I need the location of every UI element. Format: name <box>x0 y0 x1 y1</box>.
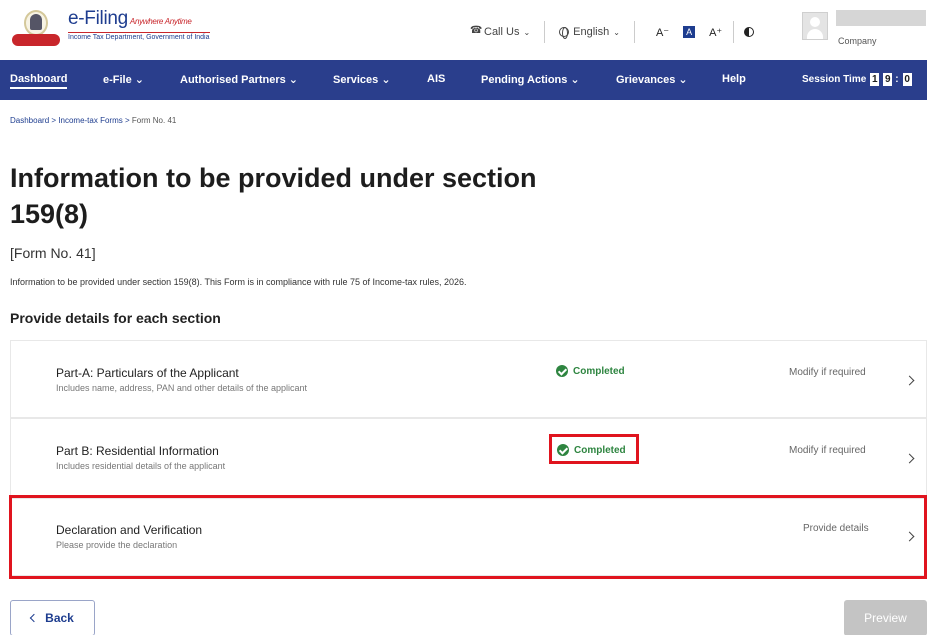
status-label: Completed <box>573 365 625 377</box>
logo-subtitle: Income Tax Department, Government of Ind… <box>68 32 210 41</box>
nav-pending-actions[interactable]: Pending Actions ⌄ <box>481 73 580 86</box>
highlight-box <box>9 495 927 579</box>
font-normal-button[interactable]: A <box>683 26 696 38</box>
nav-authorised-partners[interactable]: Authorised Partners ⌄ <box>180 73 298 86</box>
nav-dashboard[interactable]: Dashboard <box>10 73 68 89</box>
chevron-left-icon <box>29 613 39 623</box>
breadcrumb: Dashboard > Income-tax Forms > Form No. … <box>10 116 176 125</box>
modify-link[interactable]: Modify if required <box>789 445 866 456</box>
session-timer: Session Time 1 9 : 0 <box>802 73 912 86</box>
nav-efile[interactable]: e-File ⌄ <box>103 73 144 86</box>
site-header: e-Filing Anywhere Anytime Income Tax Depa… <box>0 0 927 60</box>
font-increase-button[interactable]: A⁺ <box>709 26 722 39</box>
form-description: Information to be provided under section… <box>10 277 467 287</box>
breadcrumb-income-tax-forms[interactable]: Income-tax Forms <box>58 116 122 125</box>
preview-button[interactable]: Preview <box>844 600 927 635</box>
avatar <box>802 12 828 40</box>
call-us-button[interactable]: Call Us ⌄ <box>470 25 531 38</box>
breadcrumb-separator: > <box>124 116 130 125</box>
main-nav: Dashboard e-File ⌄ Authorised Partners ⌄… <box>0 60 927 100</box>
session-digit: 9 <box>883 73 893 86</box>
emblem-icon <box>10 8 62 52</box>
font-decrease-button[interactable]: A⁻ <box>656 26 669 39</box>
header-tools: Call Us ⌄ English ⌄ A⁻ A A⁺ <box>470 21 755 43</box>
session-digit: 0 <box>902 73 912 86</box>
section-card-part-b[interactable]: Part B: Residential Information Includes… <box>10 418 927 496</box>
highlight-box <box>549 434 639 464</box>
section-heading: Provide details for each section <box>10 310 221 326</box>
back-label: Back <box>45 611 74 625</box>
chevron-right-icon[interactable] <box>904 453 915 464</box>
phone-icon <box>470 25 482 37</box>
globe-icon <box>559 27 570 39</box>
card-title: Part B: Residential Information <box>56 444 219 458</box>
card-description: Includes residential details of the appl… <box>56 461 226 471</box>
session-colon: : <box>895 74 899 85</box>
chevron-down-icon: ⌄ <box>613 27 620 37</box>
breadcrumb-separator: > <box>51 116 57 125</box>
card-title: Part-A: Particulars of the Applicant <box>56 366 239 380</box>
session-digit: 1 <box>870 73 880 86</box>
card-description: Includes name, address, PAN and other de… <box>56 383 307 393</box>
call-us-label: Call Us <box>484 26 520 38</box>
check-circle-icon <box>556 365 568 377</box>
page-title: Information to be provided under section… <box>10 163 537 229</box>
user-profile[interactable]: Company <box>802 10 926 46</box>
status-badge: Completed <box>556 365 625 377</box>
language-selector[interactable]: English ⌄ <box>559 26 620 39</box>
chevron-down-icon: ⌄ <box>523 27 531 37</box>
session-label: Session Time <box>802 74 867 85</box>
logo-title: e-Filing <box>68 8 128 29</box>
nav-help[interactable]: Help <box>722 73 746 85</box>
back-button[interactable]: Back <box>10 600 95 635</box>
modify-link[interactable]: Modify if required <box>789 367 866 378</box>
form-number: [Form No. 41] <box>10 245 96 261</box>
efiling-logo[interactable]: e-Filing Anywhere Anytime Income Tax Depa… <box>10 8 210 52</box>
preview-label: Preview <box>864 611 907 625</box>
language-label: English <box>573 26 610 38</box>
breadcrumb-current: Form No. 41 <box>131 116 177 125</box>
nav-grievances[interactable]: Grievances ⌄ <box>616 73 688 86</box>
breadcrumb-dashboard[interactable]: Dashboard <box>10 116 49 125</box>
section-card-part-a[interactable]: Part-A: Particulars of the Applicant Inc… <box>10 340 927 418</box>
user-company: Company <box>838 36 877 46</box>
contrast-icon[interactable] <box>744 27 755 37</box>
nav-ais[interactable]: AIS <box>427 73 445 85</box>
nav-services[interactable]: Services ⌄ <box>333 73 391 86</box>
logo-tagline: Anywhere Anytime <box>129 17 192 26</box>
chevron-right-icon[interactable] <box>904 375 915 386</box>
user-name-redacted <box>836 10 926 26</box>
